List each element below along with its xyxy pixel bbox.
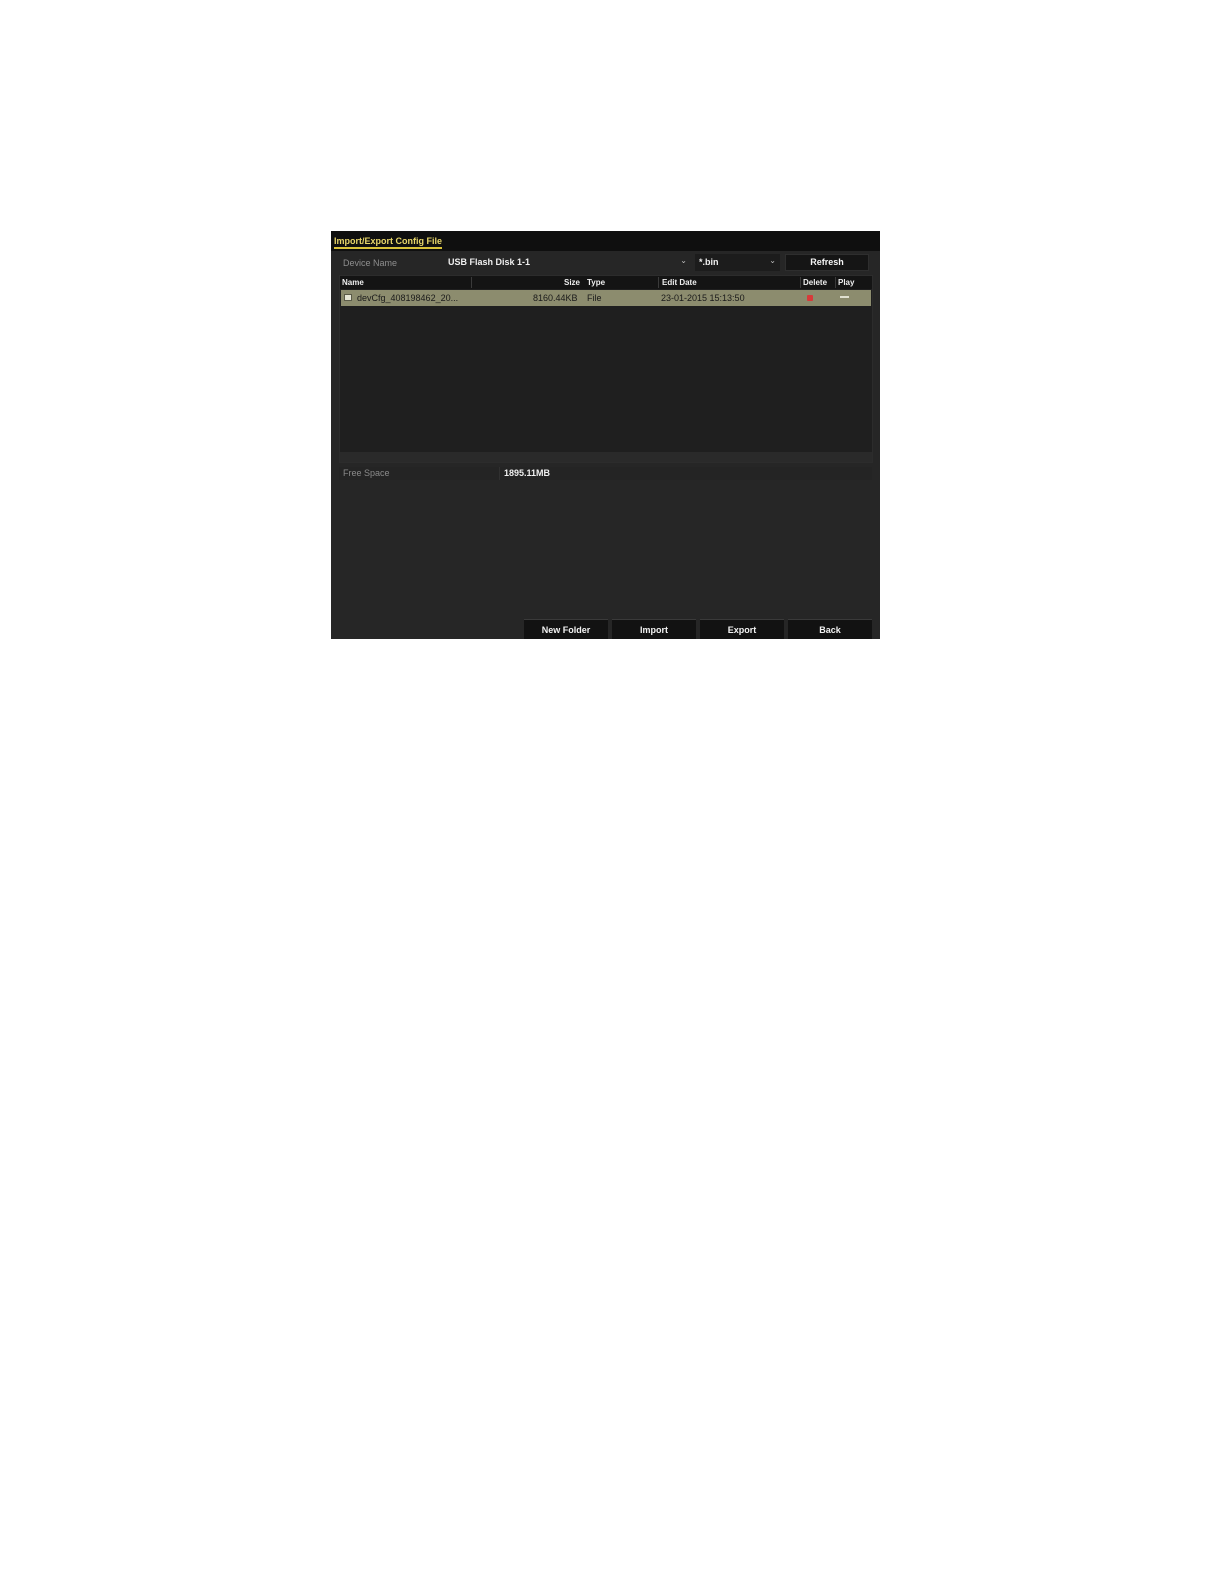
chevron-down-icon: ⌄ — [769, 256, 776, 265]
dash-icon[interactable] — [840, 296, 849, 298]
free-space-row: Free Space 1895.11MB — [339, 467, 872, 480]
dialog-title: Import/Export Config File — [334, 236, 442, 249]
file-filter-select[interactable]: *.bin ⌄ — [695, 254, 780, 271]
delete-icon[interactable] — [807, 295, 813, 301]
device-row: Device Name USB Flash Disk 1-1 ⌄ *.bin ⌄… — [339, 254, 872, 271]
device-select-value: USB Flash Disk 1-1 — [448, 257, 531, 267]
file-icon — [344, 294, 352, 301]
column-header-size[interactable]: Size — [564, 278, 580, 287]
column-header-edit-date[interactable]: Edit Date — [662, 278, 697, 287]
file-table: Name Size Type Edit Date Delete Play dev… — [339, 275, 873, 463]
import-button[interactable]: Import — [612, 619, 696, 639]
cell-size: 8160.44KB — [533, 293, 578, 303]
table-row[interactable]: devCfg_408198462_20... 8160.44KB File 23… — [341, 290, 871, 306]
column-header-name[interactable]: Name — [342, 278, 364, 287]
column-divider — [658, 277, 659, 288]
import-export-config-dialog: Import/Export Config File Device Name US… — [331, 231, 880, 639]
refresh-button[interactable]: Refresh — [785, 254, 869, 271]
device-name-label: Device Name — [343, 258, 398, 268]
new-folder-button[interactable]: New Folder — [524, 619, 608, 639]
device-select[interactable]: USB Flash Disk 1-1 ⌄ — [443, 254, 691, 271]
cell-edit-date: 23-01-2015 15:13:50 — [661, 293, 745, 303]
cell-type: File — [587, 293, 602, 303]
free-space-label: Free Space — [343, 468, 390, 478]
export-button[interactable]: Export — [700, 619, 784, 639]
column-divider — [835, 277, 836, 288]
column-header-type[interactable]: Type — [587, 278, 605, 287]
field-divider — [499, 467, 500, 480]
free-space-value: 1895.11MB — [504, 468, 551, 478]
title-bar: Import/Export Config File — [331, 231, 880, 251]
table-footer-strip — [340, 452, 872, 462]
chevron-down-icon: ⌄ — [680, 256, 687, 265]
file-filter-value: *.bin — [699, 257, 719, 267]
cell-name: devCfg_408198462_20... — [357, 293, 459, 303]
column-header-play[interactable]: Play — [838, 278, 854, 287]
column-header-delete[interactable]: Delete — [803, 278, 827, 287]
column-divider — [471, 277, 472, 288]
table-header: Name Size Type Edit Date Delete Play — [340, 276, 872, 289]
column-divider — [800, 277, 801, 288]
back-button[interactable]: Back — [788, 619, 872, 639]
